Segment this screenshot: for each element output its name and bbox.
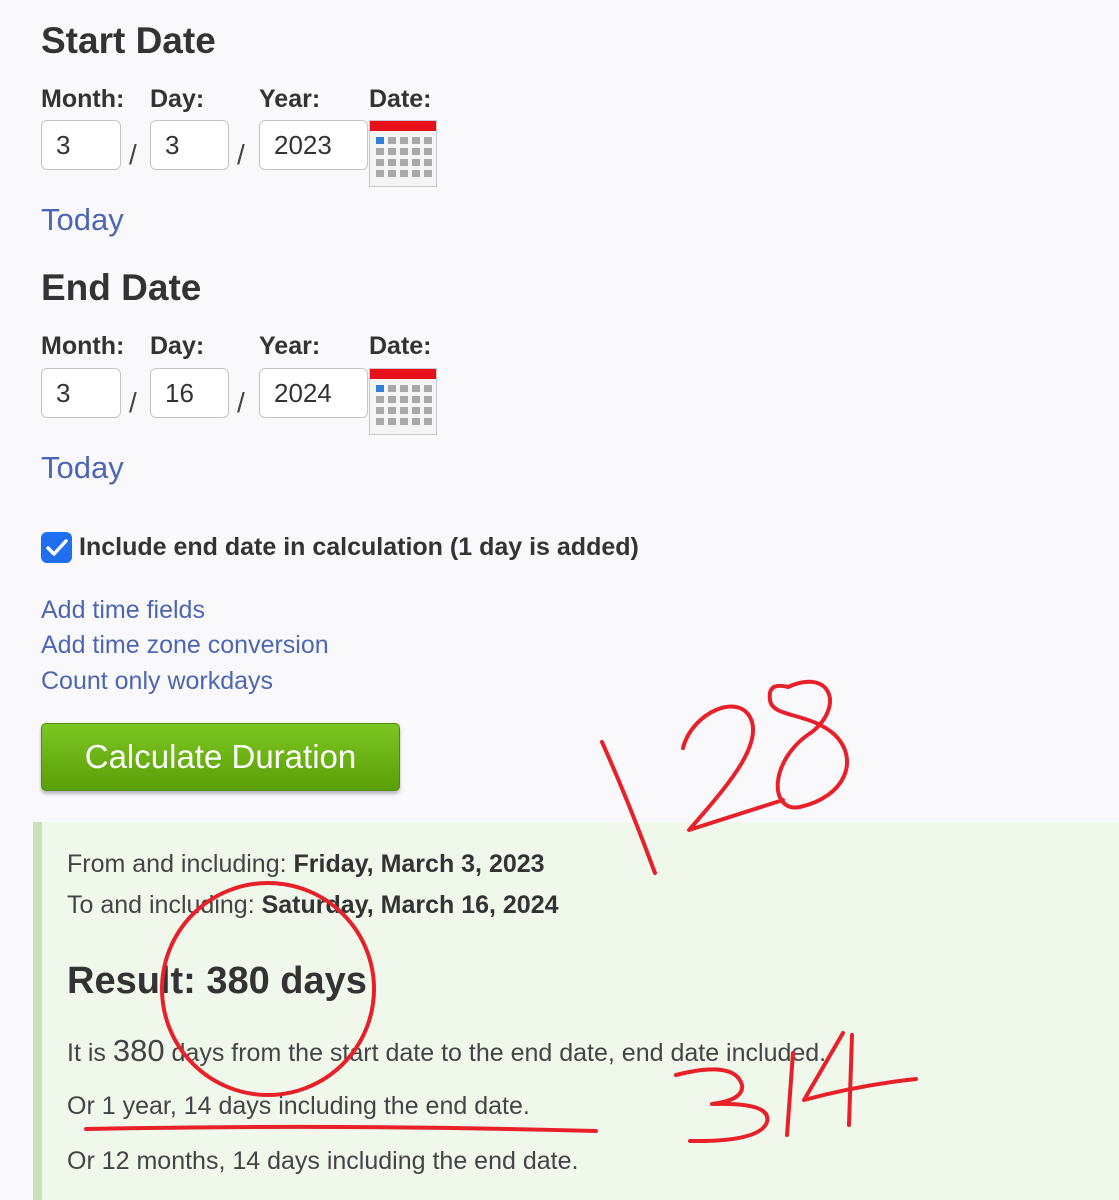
- start-month-label: Month:: [41, 85, 125, 113]
- end-year-label: Year:: [259, 332, 321, 360]
- to-date: Saturday, March 16, 2024: [261, 891, 559, 919]
- result-days-number: 380: [112, 1033, 165, 1068]
- end-today-link[interactable]: Today: [41, 450, 124, 486]
- end-month-label: Month:: [41, 332, 125, 360]
- to-line: To and including: Saturday, March 16, 20…: [67, 891, 559, 920]
- result-days-prefix: It is: [67, 1039, 113, 1067]
- start-separator-2: /: [237, 139, 245, 170]
- start-month-input[interactable]: [41, 120, 121, 170]
- result-days-line: It is 380 days from the start date to th…: [67, 1033, 826, 1069]
- end-month-input[interactable]: [41, 368, 121, 418]
- from-prefix: From and including:: [67, 850, 294, 878]
- start-day-label: Day:: [150, 85, 205, 113]
- start-calendar-icon[interactable]: [369, 120, 437, 187]
- include-end-date-label[interactable]: Include end date in calculation (1 day i…: [79, 533, 639, 562]
- start-date-title: Start Date: [41, 20, 216, 61]
- end-day-input[interactable]: [150, 368, 229, 418]
- add-time-zone-link[interactable]: Add time zone conversion: [41, 631, 329, 660]
- end-separator-1: /: [129, 387, 137, 418]
- start-year-input[interactable]: [259, 120, 368, 170]
- end-year-input[interactable]: [259, 368, 368, 418]
- result-months-line: Or 12 months, 14 days including the end …: [67, 1147, 579, 1175]
- to-prefix: To and including:: [67, 891, 262, 919]
- end-day-label: Day:: [150, 332, 205, 360]
- from-date: Friday, March 3, 2023: [293, 850, 545, 878]
- result-years-line: Or 1 year, 14 days including the end dat…: [67, 1092, 530, 1120]
- end-separator-2: /: [237, 387, 245, 418]
- include-end-date-checkbox[interactable]: [41, 532, 72, 563]
- start-year-label: Year:: [259, 85, 321, 113]
- start-today-link[interactable]: Today: [41, 202, 124, 238]
- result-days-suffix: days from the start date to the end date…: [164, 1039, 827, 1067]
- result-heading: Result: 380 days: [67, 960, 367, 1002]
- start-separator-1: /: [129, 139, 137, 170]
- count-workdays-link[interactable]: Count only workdays: [41, 667, 273, 696]
- from-line: From and including: Friday, March 3, 202…: [67, 850, 545, 879]
- add-time-fields-link[interactable]: Add time fields: [41, 596, 205, 625]
- start-day-input[interactable]: [150, 120, 229, 170]
- end-date-label: Date:: [369, 332, 432, 360]
- end-date-title: End Date: [41, 267, 202, 308]
- start-date-label: Date:: [369, 85, 432, 113]
- checkmark-icon: [46, 539, 68, 556]
- end-calendar-icon[interactable]: [369, 368, 437, 435]
- calculate-duration-button[interactable]: Calculate Duration: [41, 723, 400, 791]
